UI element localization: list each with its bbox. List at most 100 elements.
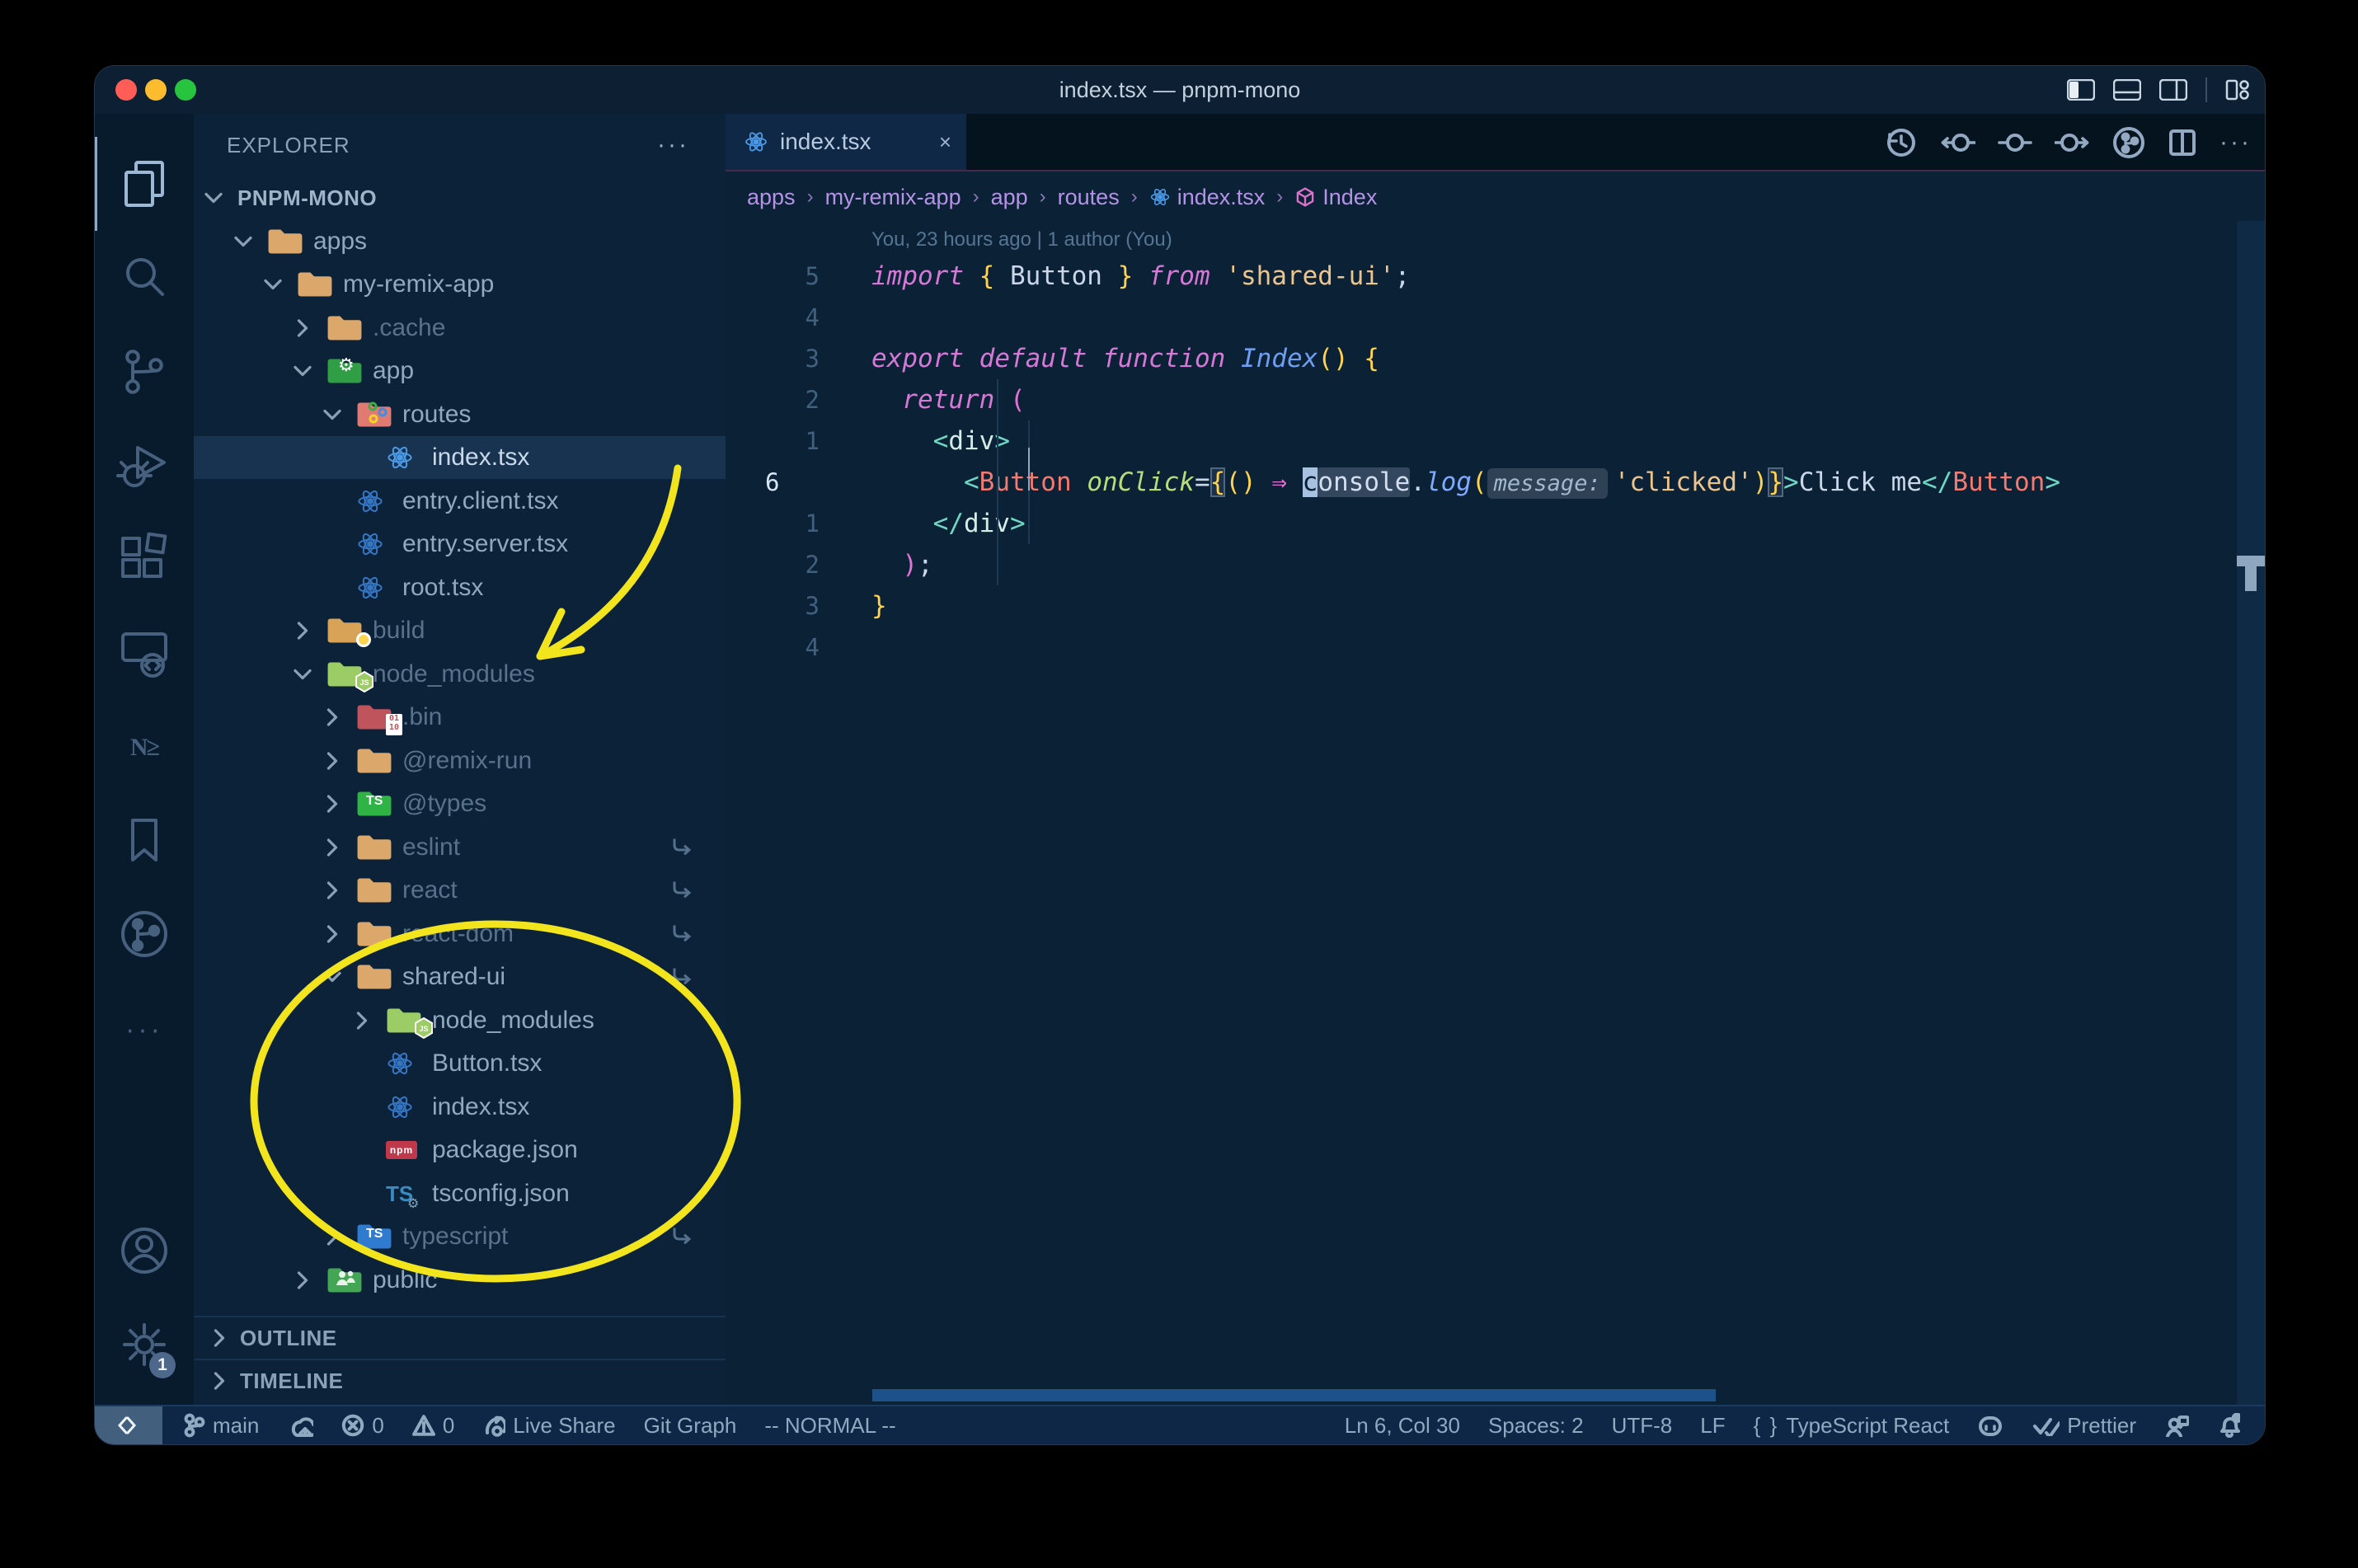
status-utf-8[interactable]: UTF-8: [1612, 1413, 1673, 1439]
history-icon[interactable]: [1885, 126, 1918, 159]
status--normal-[interactable]: -- NORMAL --: [764, 1413, 895, 1439]
code-line[interactable]: 4: [726, 627, 2225, 668]
section-outline[interactable]: OUTLINE: [194, 1316, 726, 1359]
tree-item-app[interactable]: ⚙ app: [194, 350, 726, 392]
tree-item-root-tsx[interactable]: root.tsx: [194, 566, 726, 609]
chevron-down-icon[interactable]: [290, 662, 326, 687]
tree-item-entry-client-tsx[interactable]: entry.client.tsx: [194, 480, 726, 523]
tree-item-tsconfig-json[interactable]: TS ⚙ tsconfig.json: [194, 1172, 726, 1215]
tree-item-node-modules[interactable]: JS node_modules: [194, 653, 726, 696]
status-0[interactable]: 0: [411, 1413, 454, 1439]
tree-item-index-tsx[interactable]: index.tsx: [194, 1086, 726, 1129]
status-feedback-icon[interactable]: [2164, 1414, 2189, 1437]
activity-run-debug[interactable]: [95, 419, 194, 513]
code-line[interactable]: 3 export default function Index() {: [726, 338, 2225, 379]
customize-layout-icon[interactable]: [2225, 77, 2250, 102]
status-cloud-upload-icon[interactable]: [287, 1414, 314, 1437]
tree-item-my-remix-app[interactable]: my-remix-app: [194, 263, 726, 306]
chevron-right-icon[interactable]: [290, 1268, 326, 1293]
activity-explorer[interactable]: [95, 137, 194, 231]
tree-item--bin[interactable]: 01 10 .bin: [194, 696, 726, 739]
remote-indicator[interactable]: [95, 1406, 162, 1444]
chevron-down-icon[interactable]: [290, 359, 326, 383]
tree-item-node-modules[interactable]: JS node_modules: [194, 999, 726, 1042]
tree-item-apps[interactable]: apps: [194, 220, 726, 263]
tree-item-entry-server-tsx[interactable]: entry.server.tsx: [194, 523, 726, 566]
chevron-right-icon[interactable]: [290, 618, 326, 643]
tree-item-index-tsx[interactable]: index.tsx: [194, 436, 726, 479]
code-line[interactable]: 1 </div>: [726, 503, 2225, 544]
code-area[interactable]: You, 23 hours ago | 1 author (You) 5 impor…: [726, 221, 2225, 1388]
next-change-icon[interactable]: [2055, 126, 2091, 159]
activity-nx-console[interactable]: N≥: [95, 701, 194, 795]
activity-settings[interactable]: 1: [95, 1299, 194, 1393]
split-editor-icon[interactable]: [2167, 127, 2198, 158]
code-line[interactable]: 2 );: [726, 544, 2225, 585]
status-live-share[interactable]: Live Share: [482, 1413, 616, 1439]
chevron-down-icon[interactable]: [320, 965, 356, 989]
tree-item-shared-ui[interactable]: shared-ui: [194, 955, 726, 998]
prev-change-icon[interactable]: [1939, 126, 1976, 159]
status-bell-dot-icon[interactable]: [2217, 1413, 2240, 1438]
status-ln-6-col-30[interactable]: Ln 6, Col 30: [1345, 1413, 1460, 1439]
tree-item-eslint[interactable]: eslint: [194, 826, 726, 869]
status-main[interactable]: main: [182, 1413, 259, 1439]
status-spaces-2[interactable]: Spaces: 2: [1488, 1413, 1584, 1439]
code-line-current[interactable]: 6 <Button onClick={() ⇒ console.log(mess…: [726, 462, 2225, 503]
chevron-right-icon[interactable]: [320, 1224, 356, 1249]
tree-item-public[interactable]: public: [194, 1259, 726, 1302]
activity-more-views[interactable]: ···: [95, 983, 194, 1077]
status-copilot-icon[interactable]: [1977, 1413, 2003, 1438]
activity-accounts[interactable]: [95, 1205, 194, 1299]
code-line[interactable]: 4: [726, 297, 2225, 338]
chevron-right-icon[interactable]: [350, 1008, 386, 1033]
status-0[interactable]: 0: [341, 1413, 384, 1439]
activity-bookmarks[interactable]: [95, 795, 194, 889]
code-line[interactable]: 1 <div>: [726, 420, 2225, 462]
tree-item-build[interactable]: build: [194, 609, 726, 652]
close-tab-icon[interactable]: ×: [939, 129, 951, 155]
breadcrumb-apps[interactable]: apps: [747, 185, 796, 210]
chevron-down-icon[interactable]: [261, 272, 297, 297]
chevron-right-icon[interactable]: [320, 922, 356, 946]
tree-item-react[interactable]: react: [194, 869, 726, 912]
toggle-panel-icon[interactable]: [2113, 79, 2141, 101]
status-git-graph[interactable]: Git Graph: [644, 1413, 737, 1439]
chevron-right-icon[interactable]: [320, 791, 356, 816]
change-icon[interactable]: [1997, 126, 2033, 159]
section-timeline[interactable]: TIMELINE: [194, 1359, 726, 1401]
activity-source-control[interactable]: [95, 325, 194, 419]
tree-item-typescript[interactable]: TS typescript: [194, 1215, 726, 1258]
code-line[interactable]: 3}: [726, 585, 2225, 627]
code-line[interactable]: 5 import { Button } from 'shared-ui';: [726, 256, 2225, 297]
breadcrumb-routes[interactable]: routes: [1058, 185, 1120, 210]
more-actions-icon[interactable]: ···: [2219, 129, 2252, 157]
toggle-secondary-sidebar-icon[interactable]: [2159, 79, 2187, 101]
tree-item--cache[interactable]: .cache: [194, 307, 726, 350]
code-line[interactable]: 2 return (: [726, 379, 2225, 420]
tree-item-react-dom[interactable]: react-dom: [194, 913, 726, 955]
activity-remote-explorer[interactable]: [95, 607, 194, 701]
chevron-right-icon[interactable]: [320, 705, 356, 730]
status-prettier[interactable]: Prettier: [2032, 1413, 2136, 1439]
git-blame-codelens[interactable]: You, 23 hours ago | 1 author (You): [871, 224, 1172, 256]
tree-item--types[interactable]: TS @types: [194, 782, 726, 825]
chevron-right-icon[interactable]: [320, 835, 356, 860]
chevron-right-icon[interactable]: [320, 749, 356, 773]
explorer-more-actions-icon[interactable]: ···: [657, 131, 689, 159]
tree-item-package-json[interactable]: npm package.json: [194, 1129, 726, 1171]
chevron-down-icon[interactable]: [201, 185, 237, 210]
status-typescript-react[interactable]: { } TypeScript React: [1754, 1413, 1950, 1439]
breadcrumb-index[interactable]: Index: [1294, 185, 1377, 210]
tree-item-button-tsx[interactable]: Button.tsx: [194, 1042, 726, 1085]
breadcrumb-app[interactable]: app: [991, 185, 1028, 210]
breadcrumb-my-remix-app[interactable]: my-remix-app: [825, 185, 961, 210]
tree-item--remix-run[interactable]: @remix-run: [194, 739, 726, 782]
toggle-primary-sidebar-icon[interactable]: [2067, 79, 2095, 101]
git-branch-circle-icon[interactable]: [2112, 126, 2145, 159]
breadcrumb-index-tsx[interactable]: index.tsx: [1149, 185, 1265, 210]
activity-git-graph[interactable]: [95, 889, 194, 983]
chevron-down-icon[interactable]: [320, 402, 356, 427]
tree-item-routes[interactable]: routes: [194, 393, 726, 436]
activity-search[interactable]: [95, 231, 194, 325]
